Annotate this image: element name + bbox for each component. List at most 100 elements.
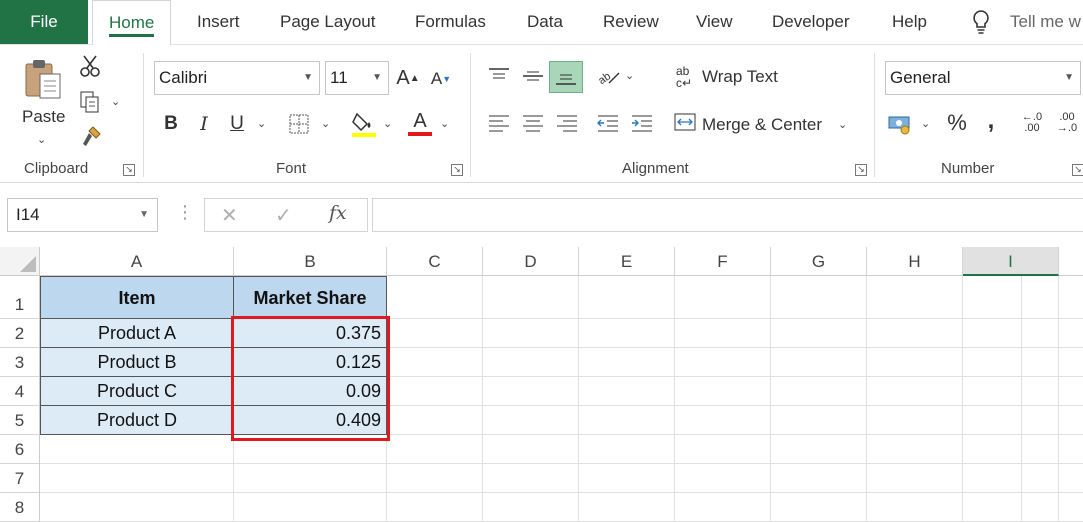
underline-chevron-down-icon[interactable]: ⌄ [257, 117, 266, 130]
copy-icon[interactable] [78, 89, 102, 115]
paste-button[interactable]: Paste [22, 107, 65, 127]
clipboard-group-label: Clipboard [24, 160, 89, 177]
decrease-font-size-icon[interactable]: A ▼ [429, 67, 453, 91]
top-align-icon[interactable] [484, 63, 514, 89]
insert-function-icon[interactable]: fx [329, 202, 347, 224]
select-all-button[interactable] [0, 247, 40, 276]
cell-b5[interactable]: 0.409 [234, 406, 387, 435]
comma-style-icon[interactable]: , [982, 107, 1000, 135]
tab-data[interactable]: Data [527, 0, 563, 44]
row-header-6[interactable]: 6 [0, 435, 40, 464]
merge-center-button[interactable]: Merge & Center ⌄ [674, 111, 847, 138]
orientation-icon[interactable]: ab [596, 63, 622, 89]
increase-indent-icon[interactable] [628, 111, 656, 137]
cell-a2[interactable]: Product A [40, 319, 234, 348]
middle-align-icon[interactable] [518, 63, 548, 89]
name-box[interactable]: I14 ▼ [7, 198, 158, 232]
wrap-text-button[interactable]: ab c↵ Wrap Text [676, 65, 778, 89]
tab-page-layout[interactable]: Page Layout [280, 0, 375, 44]
tab-home[interactable]: Home [92, 0, 172, 46]
fill-color-icon[interactable] [350, 109, 378, 139]
copy-chevron-down-icon[interactable]: ⌄ [111, 95, 120, 108]
align-left-icon[interactable] [484, 111, 514, 137]
tab-formulas[interactable]: Formulas [415, 0, 486, 44]
cell-a1[interactable]: Item [40, 276, 234, 319]
tell-me-search[interactable]: Tell me w [1010, 0, 1081, 44]
align-center-icon[interactable] [518, 111, 548, 137]
column-header-e[interactable]: E [579, 247, 675, 276]
number-launcher-icon[interactable]: ↘ [1072, 164, 1083, 176]
row-header-5[interactable]: 5 [0, 406, 40, 435]
percent-style-icon[interactable]: % [944, 109, 970, 137]
font-size-select[interactable]: 11 ▼ [325, 61, 389, 95]
tab-file[interactable]: File [0, 0, 88, 44]
column-header-g[interactable]: G [771, 247, 867, 276]
formula-bar-buttons: ✕ ✓ fx [204, 198, 368, 232]
column-header-a[interactable]: A [40, 247, 234, 276]
enter-check-icon[interactable]: ✓ [275, 203, 292, 228]
row-header-4[interactable]: 4 [0, 377, 40, 406]
ribbon-home: Paste ⌄ ⌄ Clipboard ↘ Calibri ▼ 11 ▼ A ▲ … [0, 45, 1083, 183]
cell-b1[interactable]: Market Share [234, 276, 387, 319]
column-header-f[interactable]: F [675, 247, 771, 276]
tab-view[interactable]: View [696, 0, 733, 44]
column-header-b[interactable]: B [234, 247, 387, 276]
column-header-d[interactable]: D [483, 247, 579, 276]
tab-help[interactable]: Help [892, 0, 927, 44]
tab-insert[interactable]: Insert [197, 0, 240, 44]
borders-icon[interactable] [286, 111, 312, 137]
number-format-select[interactable]: General ▼ [885, 61, 1081, 95]
cell-b3[interactable]: 0.125 [234, 348, 387, 377]
accounting-format-icon[interactable] [886, 111, 914, 137]
underline-icon[interactable]: U [226, 111, 248, 137]
grid-col-lines [387, 276, 1083, 522]
cell-b4[interactable]: 0.09 [234, 377, 387, 406]
formula-input[interactable] [372, 198, 1083, 232]
row-header-8[interactable]: 8 [0, 493, 40, 522]
align-right-icon[interactable] [552, 111, 582, 137]
paste-icon[interactable] [22, 55, 64, 103]
orientation-chevron-down-icon[interactable]: ⌄ [625, 69, 634, 82]
increase-font-size-icon[interactable]: A ▲ [396, 65, 420, 91]
cancel-icon[interactable]: ✕ [221, 203, 238, 228]
cut-icon[interactable] [78, 53, 102, 79]
merge-center-label: Merge & Center [702, 114, 822, 134]
column-header-i[interactable]: I [963, 247, 1059, 276]
tab-developer[interactable]: Developer [772, 0, 850, 44]
row-header-1[interactable]: 1 [0, 276, 40, 319]
group-divider [143, 53, 144, 177]
font-name-select[interactable]: Calibri ▼ [154, 61, 320, 95]
tab-review[interactable]: Review [603, 0, 659, 44]
row-header-7[interactable]: 7 [0, 464, 40, 493]
formula-bar-grip-icon[interactable]: ⋮ [176, 202, 194, 223]
clipboard-launcher-icon[interactable]: ↘ [123, 164, 135, 176]
cell-a5[interactable]: Product D [40, 406, 234, 435]
group-divider [874, 53, 875, 177]
merge-center-icon [674, 111, 696, 138]
borders-chevron-down-icon[interactable]: ⌄ [321, 117, 330, 130]
format-painter-icon[interactable] [78, 123, 104, 149]
paste-chevron-down-icon[interactable]: ⌄ [37, 133, 46, 146]
cell-a3[interactable]: Product B [40, 348, 234, 377]
cell-a4[interactable]: Product C [40, 377, 234, 406]
increase-decimal-icon[interactable]: ←.0.00 [1017, 109, 1047, 137]
italic-icon[interactable]: I [193, 111, 215, 137]
spreadsheet-grid: A B C D E F G H I 1 2 3 4 5 6 7 8 Item M… [0, 247, 1083, 522]
accounting-chevron-down-icon[interactable]: ⌄ [921, 117, 930, 130]
cell-b2[interactable]: 0.375 [234, 319, 387, 348]
bottom-align-icon[interactable] [549, 61, 583, 93]
font-launcher-icon[interactable]: ↘ [451, 164, 463, 176]
decrease-indent-icon[interactable] [594, 111, 622, 137]
font-color-chevron-down-icon[interactable]: ⌄ [440, 117, 449, 130]
alignment-launcher-icon[interactable]: ↘ [855, 164, 867, 176]
lightbulb-icon[interactable] [968, 8, 994, 36]
font-color-icon[interactable]: A [406, 107, 434, 139]
fill-color-chevron-down-icon[interactable]: ⌄ [383, 117, 392, 130]
row-header-2[interactable]: 2 [0, 319, 40, 348]
column-header-c[interactable]: C [387, 247, 483, 276]
column-header-h[interactable]: H [867, 247, 963, 276]
decrease-decimal-icon[interactable]: .00 →.0 [1052, 109, 1082, 137]
row-header-3[interactable]: 3 [0, 348, 40, 377]
bold-icon[interactable]: B [160, 111, 182, 137]
number-format-value: General [890, 68, 951, 87]
